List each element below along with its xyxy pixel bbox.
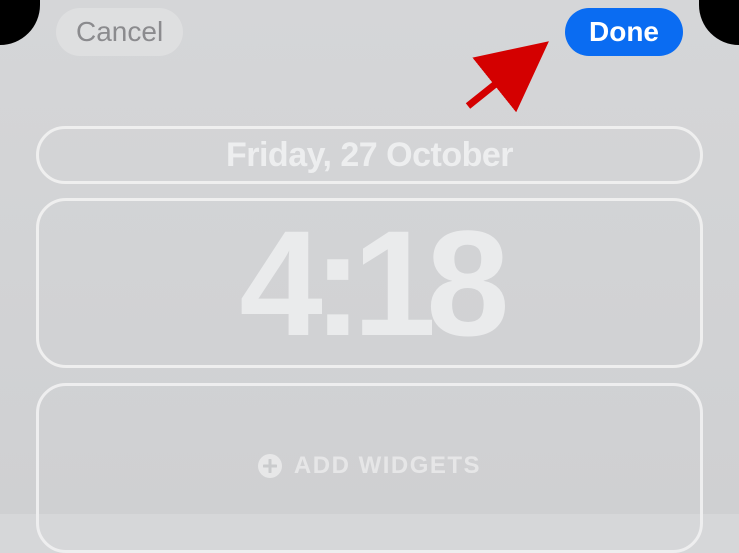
top-bar: Cancel Done bbox=[0, 8, 739, 56]
plus-circle-icon bbox=[258, 454, 282, 478]
lock-screen-editor: Cancel Done Friday, 27 October 4:18 ADD … bbox=[0, 0, 739, 514]
date-text: Friday, 27 October bbox=[226, 136, 513, 175]
date-widget-slot[interactable]: Friday, 27 October bbox=[36, 126, 703, 184]
time-text: 4:18 bbox=[239, 208, 499, 358]
add-widgets-content: ADD WIDGETS bbox=[258, 452, 481, 480]
time-widget-slot[interactable]: 4:18 bbox=[36, 198, 703, 368]
done-button[interactable]: Done bbox=[565, 8, 683, 56]
add-widgets-slot[interactable]: ADD WIDGETS bbox=[36, 383, 703, 553]
add-widgets-label: ADD WIDGETS bbox=[294, 452, 481, 480]
cancel-button[interactable]: Cancel bbox=[56, 8, 183, 56]
